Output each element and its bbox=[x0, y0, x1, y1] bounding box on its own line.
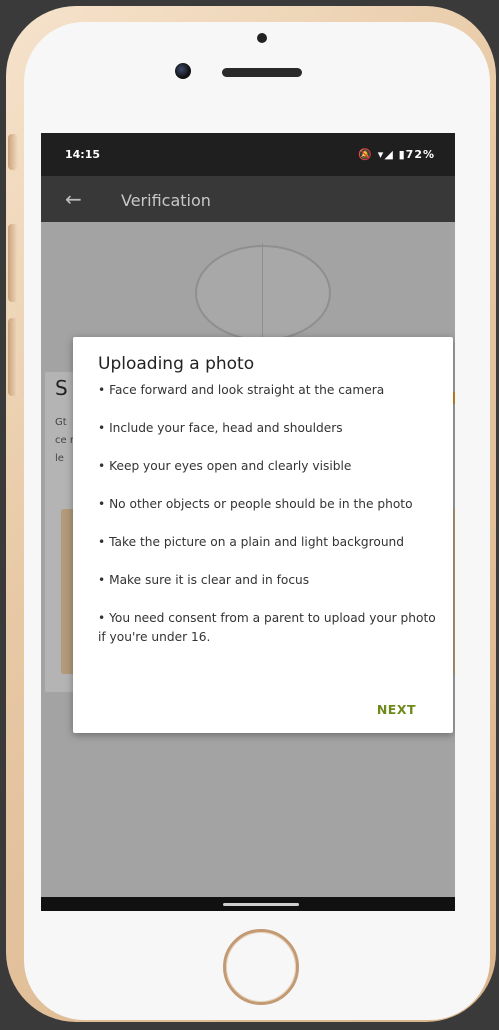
volume-up-button bbox=[8, 224, 18, 302]
next-button[interactable]: NEXT bbox=[377, 702, 416, 717]
guideline-item: • Make sure it is clear and in focus bbox=[98, 573, 310, 587]
portrait-divider bbox=[262, 243, 263, 343]
status-bar: 14:15 🔕 ▾◢ ▮72% bbox=[41, 133, 455, 176]
guideline-item: • Include your face, head and shoulders bbox=[98, 421, 343, 435]
guideline-list: • Face forward and look straight at the … bbox=[98, 381, 438, 666]
guideline-item: • Take the picture on a plain and light … bbox=[98, 535, 405, 549]
silent-switch bbox=[8, 134, 18, 170]
phone-screen: 14:15 🔕 ▾◢ ▮72% ← Verification S Gt ce r… bbox=[41, 133, 455, 911]
portrait-placeholder-icon bbox=[195, 245, 331, 341]
home-button[interactable] bbox=[223, 929, 299, 1005]
earpiece-speaker bbox=[222, 68, 302, 77]
front-camera bbox=[175, 63, 191, 79]
dialog-title: Uploading a photo bbox=[98, 354, 255, 374]
app-bar: ← Verification bbox=[41, 176, 455, 222]
status-icons: 🔕 ▾◢ ▮72% bbox=[358, 148, 435, 161]
guideline-item: • You need consent from a parent to uplo… bbox=[98, 611, 436, 644]
home-gesture-pill[interactable] bbox=[223, 903, 299, 906]
app-title: Verification bbox=[121, 191, 211, 210]
upload-photo-dialog: Uploading a photo • Face forward and loo… bbox=[73, 337, 453, 733]
navigation-bar bbox=[41, 897, 455, 911]
background-heading: S bbox=[55, 376, 68, 400]
proximity-sensor bbox=[257, 33, 267, 43]
volume-down-button bbox=[8, 318, 18, 396]
guideline-item: • Keep your eyes open and clearly visibl… bbox=[98, 459, 352, 473]
back-arrow-icon[interactable]: ← bbox=[65, 187, 82, 211]
status-time: 14:15 bbox=[65, 148, 101, 161]
guideline-item: • No other objects or people should be i… bbox=[98, 497, 413, 511]
guideline-item: • Face forward and look straight at the … bbox=[98, 383, 385, 397]
